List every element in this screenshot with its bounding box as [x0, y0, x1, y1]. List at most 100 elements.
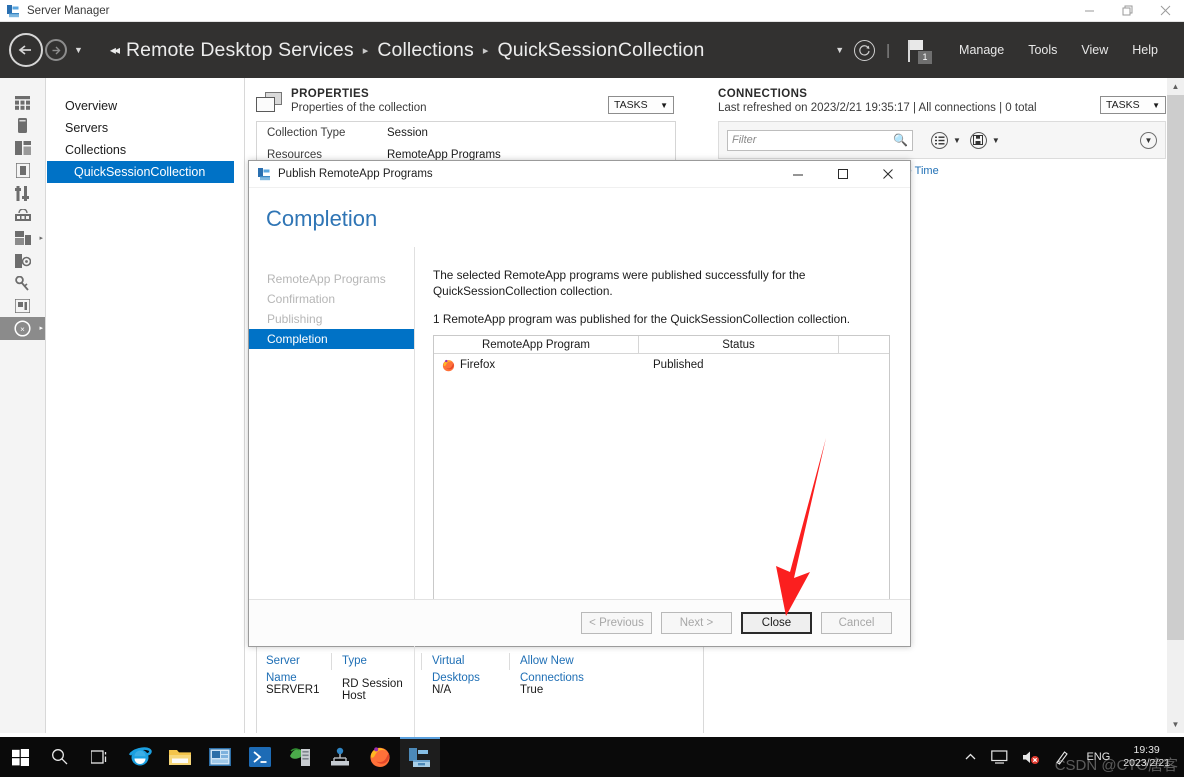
wizard-step-remoteapp-programs[interactable]: RemoteApp Programs	[249, 269, 414, 289]
ad-ds-icon[interactable]	[0, 272, 45, 295]
publish-remoteapp-icon	[257, 167, 271, 181]
breadcrumb-separator-icon: ▸	[482, 44, 489, 57]
refresh-icon[interactable]	[854, 39, 876, 61]
maximize-icon[interactable]	[820, 161, 865, 188]
published-programs-grid: RemoteApp Program Status Firefox Publish…	[433, 335, 890, 608]
forward-arrow-icon[interactable]	[45, 39, 67, 61]
remote-desktop-services-icon[interactable]: ▸	[0, 227, 45, 250]
firefox-icon[interactable]	[360, 737, 400, 777]
chevron-down-icon[interactable]: ▼	[953, 136, 961, 145]
connections-tasks-button[interactable]: TASKS ▼	[1100, 96, 1166, 114]
server-manager-icon[interactable]	[400, 737, 440, 777]
file-storage-services-icon[interactable]	[0, 160, 45, 183]
task-view-icon[interactable]	[80, 737, 120, 777]
breadcrumb-item-quicksessioncollection[interactable]: QuickSessionCollection	[497, 39, 704, 62]
back-arrow-icon[interactable]	[9, 33, 43, 67]
restore-icon[interactable]	[1108, 0, 1146, 22]
show-hidden-icons-icon[interactable]	[964, 751, 977, 764]
expand-arrow-icon[interactable]: ▸	[39, 324, 43, 332]
chevron-down-circle-icon[interactable]: ▼	[1140, 131, 1157, 149]
chevron-down-icon[interactable]: ▼	[1167, 716, 1184, 733]
filter-input[interactable]: Filter 🔍	[727, 129, 913, 151]
dialog-content: The selected RemoteApp programs were pub…	[415, 247, 910, 765]
column-spacer	[839, 336, 889, 353]
table-row[interactable]: Firefox Published	[434, 354, 889, 376]
dialog-paragraph-count: 1 RemoteApp program was published for th…	[433, 312, 851, 326]
close-button[interactable]: Close	[741, 612, 812, 634]
sidebar-item-overview[interactable]: Overview	[47, 95, 244, 117]
search-icon[interactable]: 🔍	[893, 133, 908, 147]
firefox-icon	[442, 359, 455, 372]
properties-panel-subtitle: Properties of the collection	[291, 102, 427, 114]
dialog-title-bar: Publish RemoteApp Programs	[249, 161, 910, 188]
expand-arrow-icon[interactable]: ▸	[39, 234, 43, 242]
breadcrumb-prev-icon[interactable]: ◂◂	[110, 43, 120, 57]
notifications-flag-icon[interactable]: 1	[901, 35, 933, 65]
taskbar: ENG 19:39 2023/2/21 CSDN @CTO唐客	[0, 737, 1184, 777]
properties-panel-header: PROPERTIES Properties of the collection …	[246, 78, 686, 114]
filter-placeholder: Filter	[732, 134, 757, 146]
scrollbar-thumb[interactable]	[1167, 95, 1184, 640]
breadcrumb-separator-icon: ▸	[362, 44, 369, 57]
breadcrumb: ◂◂ Remote Desktop Services ▸ Collections…	[110, 39, 705, 62]
grid-header-row: RemoteApp Program Status	[434, 336, 889, 354]
svg-text:×: ×	[20, 325, 25, 334]
wizard-step-confirmation[interactable]: Confirmation	[249, 289, 414, 309]
file-explorer-icon[interactable]	[160, 737, 200, 777]
previous-button[interactable]: < Previous	[581, 612, 652, 634]
properties-icon	[256, 92, 282, 114]
chevron-down-icon[interactable]: ▼	[74, 45, 83, 55]
properties-tasks-label: TASKS	[614, 99, 648, 111]
search-icon[interactable]	[40, 737, 80, 777]
list-filter-icon[interactable]	[931, 131, 948, 149]
menu-tools[interactable]: Tools	[1028, 43, 1057, 57]
breadcrumb-item-rds[interactable]: Remote Desktop Services	[126, 39, 354, 62]
sidebar-nav: Overview Servers Collections QuickSessio…	[47, 78, 245, 733]
wizard-step-publishing[interactable]: Publishing	[249, 309, 414, 329]
wizard-step-completion[interactable]: Completion	[249, 329, 414, 349]
cancel-button[interactable]: Cancel	[821, 612, 892, 634]
close-icon[interactable]	[1146, 0, 1184, 22]
menu-manage[interactable]: Manage	[959, 43, 1004, 57]
minimize-icon[interactable]	[775, 161, 820, 188]
dashboard-icon[interactable]	[0, 92, 45, 115]
close-icon[interactable]	[865, 161, 910, 188]
watermark: CSDN @CTO唐客	[1054, 757, 1178, 774]
properties-tasks-button[interactable]: TASKS ▼	[608, 96, 674, 114]
chevron-down-icon: ▼	[1152, 100, 1160, 110]
minimize-icon[interactable]	[1070, 0, 1108, 22]
sidebar-item-quicksessioncollection[interactable]: QuickSessionCollection	[47, 161, 234, 183]
volume-muted-icon[interactable]	[1022, 750, 1040, 765]
print-services-icon[interactable]	[0, 295, 45, 318]
main-scrollbar[interactable]: ▲ ▼	[1167, 78, 1184, 733]
powershell-icon[interactable]	[240, 737, 280, 777]
local-server-icon[interactable]	[0, 115, 45, 138]
save-query-icon[interactable]	[969, 131, 987, 149]
properties-panel-title: PROPERTIES	[291, 88, 370, 100]
dns-icon[interactable]	[0, 250, 45, 273]
iis-icon[interactable]	[0, 205, 45, 228]
tools-icon[interactable]	[0, 182, 45, 205]
next-button[interactable]: Next >	[661, 612, 732, 634]
publish-remoteapp-dialog: Publish RemoteApp Programs Completion Re…	[248, 160, 911, 768]
connections-panel-header: CONNECTIONS Last refreshed on 2023/2/21 …	[710, 78, 1168, 114]
chevron-down-icon[interactable]: ▼	[992, 136, 1000, 145]
internet-explorer-icon[interactable]	[120, 737, 160, 777]
menu-view[interactable]: View	[1081, 43, 1108, 57]
rds-collection-icon[interactable]: × ▸	[0, 317, 45, 340]
control-panel-icon[interactable]	[200, 737, 240, 777]
chevron-down-icon[interactable]: ▼	[835, 45, 844, 55]
server-roles-icon[interactable]	[280, 737, 320, 777]
network-status-icon[interactable]	[991, 749, 1008, 765]
network-icon[interactable]	[320, 737, 360, 777]
sidebar-item-collections[interactable]: Collections	[47, 139, 244, 161]
os-window-title: Server Manager	[27, 4, 110, 17]
sidebar-item-servers[interactable]: Servers	[47, 117, 244, 139]
menu-help[interactable]: Help	[1132, 43, 1158, 57]
all-servers-icon[interactable]	[0, 137, 45, 160]
connections-panel-subtitle: Last refreshed on 2023/2/21 19:35:17 | A…	[718, 102, 1037, 114]
start-button-icon[interactable]	[0, 737, 40, 777]
chevron-up-icon[interactable]: ▲	[1167, 78, 1184, 95]
screen: Server Manager ▼ ◂◂ Remote Desktop Servi…	[0, 0, 1184, 777]
breadcrumb-item-collections[interactable]: Collections	[377, 39, 473, 62]
